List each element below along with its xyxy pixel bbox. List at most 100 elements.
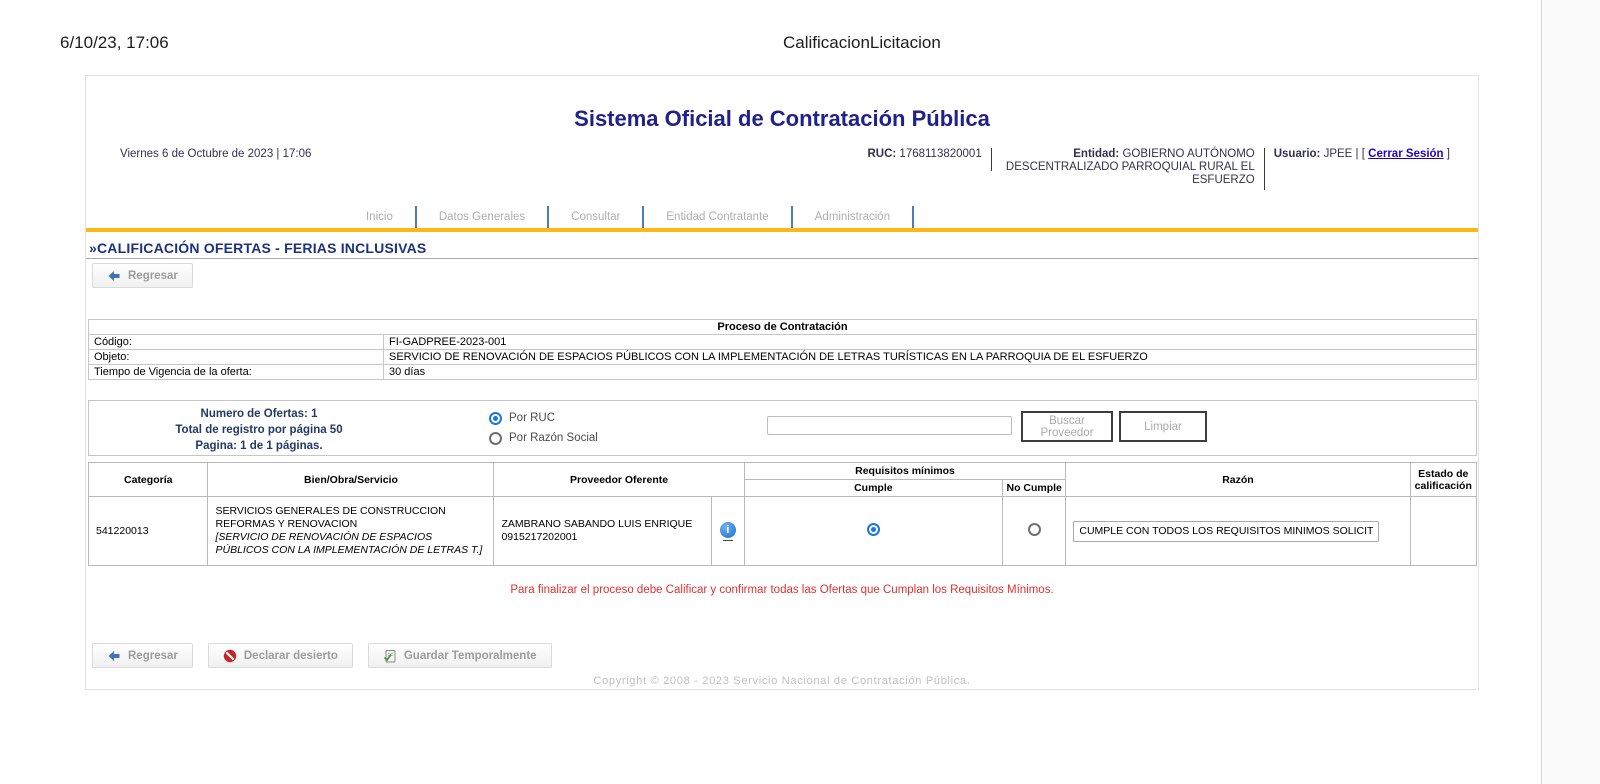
process-row-value: SERVICIO DE RENOVACIÓN DE ESPACIOS PÚBLI… <box>384 350 1477 365</box>
back-arrow-icon <box>107 269 121 283</box>
process-table-title: Proceso de Contratación <box>89 320 1477 335</box>
session-datetime: Viernes 6 de Octubre de 2023 | 17:06 <box>120 148 311 160</box>
process-row-label: Código: <box>89 335 384 350</box>
copyright-footer: Copyright © 2008 - 2023 Servicio Naciona… <box>86 675 1478 687</box>
table-row: Objeto: SERVICIO DE RENOVACIÓN DE ESPACI… <box>89 350 1477 365</box>
proveedor-ruc: 0915217202001 <box>501 531 704 544</box>
col-header-cumple: Cumple <box>744 480 1002 497</box>
tab-separator <box>912 206 914 228</box>
col-header-no-cumple: No Cumple <box>1003 480 1066 497</box>
action-buttons: Regresar Declarar desierto Guardar Tempo… <box>92 643 1478 668</box>
guardar-temporalmente-button[interactable]: Guardar Temporalmente <box>368 643 552 668</box>
process-row-label: Objeto: <box>89 350 384 365</box>
offers-header-row: Categoría Bien/Obra/Servicio Proveedor O… <box>89 463 1477 480</box>
col-header-estado: Estado de calificación <box>1410 463 1476 497</box>
save-icon <box>383 649 397 663</box>
divider <box>1264 148 1265 190</box>
page-info: Pagina: 1 de 1 páginas. <box>109 438 409 454</box>
table-row: Tiempo de Vigencia de la oferta: 30 días <box>89 365 1477 380</box>
por-ruc-label: Por RUC <box>509 412 555 424</box>
ruc-field: RUC: 1768113820001 <box>867 148 981 160</box>
cell-bien: SERVICIOS GENERALES DE CONSTRUCCION REFO… <box>208 497 494 566</box>
proveedor-name: ZAMBRANO SABANDO LUIS ENRIQUE <box>501 518 704 531</box>
session-header: Viernes 6 de Octubre de 2023 | 17:06 RUC… <box>120 148 1450 190</box>
print-page-title: CalificacionLicitacion <box>783 33 941 53</box>
col-header-razon: Razón <box>1066 463 1410 497</box>
divider <box>991 148 992 171</box>
regresar-button-bottom[interactable]: Regresar <box>92 643 193 668</box>
tab-consultar[interactable]: Consultar <box>549 206 642 228</box>
page-edge-strip <box>1541 0 1600 784</box>
col-header-categoria: Categoría <box>89 463 208 497</box>
entity-value: GOBIERNO AUTÓNOMO DESCENTRALIZADO PARROQ… <box>1006 148 1255 186</box>
guardar-temporalmente-label: Guardar Temporalmente <box>404 650 537 662</box>
user-label: Usuario: <box>1274 148 1321 160</box>
user-field: Usuario: JPEE | [ Cerrar Sesión ] <box>1274 148 1450 160</box>
cell-razon <box>1066 497 1410 566</box>
col-header-bien: Bien/Obra/Servicio <box>208 463 494 497</box>
search-mode-radios: Por RUC Por Razón Social <box>489 408 598 448</box>
session-user-info: RUC: 1768113820001 Entidad: GOBIERNO AUT… <box>867 148 1450 190</box>
info-icon-underline <box>723 540 733 541</box>
section-heading: »CALIFICACIÓN OFERTAS - FERIAS INCLUSIVA… <box>86 240 1478 259</box>
regresar-button-top[interactable]: Regresar <box>92 263 193 288</box>
back-arrow-icon <box>107 649 121 663</box>
user-value: JPEE <box>1324 148 1353 160</box>
offers-search-panel: Numero de Ofertas: 1 Total de registro p… <box>88 400 1477 456</box>
cell-proveedor: ZAMBRANO SABANDO LUIS ENRIQUE 0915217202… <box>494 497 712 566</box>
bracket-open: [ <box>1362 148 1365 160</box>
por-razon-social-label: Por Razón Social <box>509 432 598 444</box>
prohibition-icon <box>223 649 237 663</box>
cell-no-cumple <box>1003 497 1066 566</box>
bracket-close: ] <box>1447 148 1450 160</box>
cell-categoria: 541220013 <box>89 497 208 566</box>
por-razon-social-option[interactable]: Por Razón Social <box>489 428 598 448</box>
process-row-value: FI-GADPREE-2023-001 <box>384 335 1477 350</box>
tab-inicio[interactable]: Inicio <box>344 206 415 228</box>
col-header-proveedor: Proveedor Oferente <box>494 463 744 497</box>
info-icon[interactable]: i <box>720 522 736 538</box>
main-nav: Inicio Datos Generales Consultar Entidad… <box>344 206 1478 228</box>
page-title: Sistema Oficial de Contratación Pública <box>86 76 1478 130</box>
regresar-label: Regresar <box>128 650 178 662</box>
records-per-page: Total de registro por página 50 <box>109 422 409 438</box>
no-cumple-radio[interactable] <box>1028 523 1041 536</box>
separator: | <box>1356 148 1359 160</box>
warning-message: Para finalizar el proceso debe Calificar… <box>86 584 1478 596</box>
tab-entidad-contratante[interactable]: Entidad Contratante <box>644 206 790 228</box>
print-datetime: 6/10/23, 17:06 <box>60 33 169 53</box>
bien-text: SERVICIOS GENERALES DE CONSTRUCCION REFO… <box>215 505 486 531</box>
col-header-requisitos: Requisitos mínimos <box>744 463 1066 480</box>
document-frame: Sistema Oficial de Contratación Pública … <box>85 75 1479 690</box>
limpiar-button[interactable]: Limpiar <box>1119 411 1207 442</box>
table-row: 541220013 SERVICIOS GENERALES DE CONSTRU… <box>89 497 1477 566</box>
declarar-desierto-button[interactable]: Declarar desierto <box>208 643 353 668</box>
offers-summary: Numero de Ofertas: 1 Total de registro p… <box>109 406 409 454</box>
ruc-value: 1768113820001 <box>899 148 981 160</box>
bien-detail: [SERVICIO DE RENOVACIÓN DE ESPACIOS PÚBL… <box>215 531 486 557</box>
por-ruc-radio[interactable] <box>489 412 502 425</box>
regresar-label: Regresar <box>128 270 178 282</box>
entity-label: Entidad: <box>1073 148 1119 160</box>
tab-administracion[interactable]: Administración <box>793 206 912 228</box>
por-ruc-option[interactable]: Por RUC <box>489 408 598 428</box>
offers-count: Numero de Ofertas: 1 <box>109 406 409 422</box>
cumple-radio[interactable] <box>867 523 880 536</box>
cell-cumple <box>744 497 1002 566</box>
process-row-label: Tiempo de Vigencia de la oferta: <box>89 365 384 380</box>
ruc-label: RUC: <box>867 148 896 160</box>
declarar-desierto-label: Declarar desierto <box>244 650 338 662</box>
por-razon-social-radio[interactable] <box>489 432 502 445</box>
buscar-proveedor-button[interactable]: Buscar Proveedor <box>1021 411 1113 442</box>
process-row-value: 30 días <box>384 365 1477 380</box>
proveedor-search-input[interactable] <box>767 416 1012 435</box>
table-row: Código: FI-GADPREE-2023-001 <box>89 335 1477 350</box>
logout-link[interactable]: Cerrar Sesión <box>1368 148 1443 160</box>
tab-datos-generales[interactable]: Datos Generales <box>417 206 547 228</box>
razon-input[interactable] <box>1073 521 1379 542</box>
process-info-table: Proceso de Contratación Código: FI-GADPR… <box>88 319 1477 380</box>
cell-estado <box>1410 497 1476 566</box>
offers-table: Categoría Bien/Obra/Servicio Proveedor O… <box>88 462 1477 566</box>
entity-field: Entidad: GOBIERNO AUTÓNOMO DESCENTRALIZA… <box>1001 148 1255 187</box>
gold-accent-bar <box>86 228 1478 232</box>
